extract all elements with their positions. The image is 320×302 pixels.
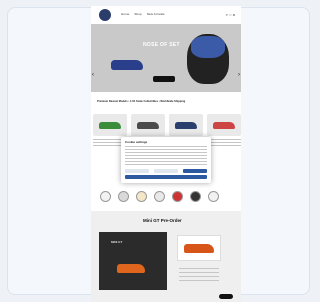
- product-image: [175, 122, 197, 129]
- nav-link[interactable]: Home: [121, 12, 129, 16]
- side-product-card[interactable]: [177, 235, 221, 261]
- brand-badge[interactable]: [136, 191, 147, 202]
- cookie-accept-all-button[interactable]: [125, 175, 207, 179]
- hero-banner: NOSE OF SET ‹ ›: [91, 24, 241, 92]
- user-icon[interactable]: ○: [229, 12, 231, 17]
- chevron-left-icon[interactable]: ‹: [92, 72, 94, 78]
- top-nav: Home Shop New Arrivals ⌕ ○ ◻: [91, 6, 241, 24]
- brand-badge[interactable]: [172, 191, 183, 202]
- hero-car-image: [111, 60, 143, 70]
- section-title: Mini GT Pre-Order: [143, 218, 182, 223]
- cart-icon[interactable]: ◻: [233, 12, 235, 17]
- brand-badge[interactable]: [154, 191, 165, 202]
- nav-links: Home Shop New Arrivals: [121, 12, 169, 16]
- brand-badge[interactable]: [118, 191, 129, 202]
- product-card[interactable]: [169, 114, 203, 136]
- side-product-text: [179, 268, 219, 284]
- tagline-text: Premium Diecast Models • 1:64 Scale Coll…: [97, 100, 186, 103]
- cookie-reject-button[interactable]: [154, 169, 178, 173]
- product-card[interactable]: [207, 114, 241, 136]
- cookie-dialog-title: Cookie settings: [125, 140, 148, 144]
- chevron-right-icon[interactable]: ›: [238, 72, 240, 78]
- cookie-settings-button[interactable]: [125, 169, 149, 173]
- nav-link[interactable]: New Arrivals: [147, 12, 165, 16]
- product-caption: [207, 139, 241, 147]
- product-image: [184, 244, 214, 253]
- product-card[interactable]: [93, 114, 127, 136]
- chat-widget-button[interactable]: [219, 294, 233, 299]
- brand-badge[interactable]: [208, 191, 219, 202]
- hero-cta-button[interactable]: [153, 76, 175, 82]
- featured-brand-label: MINI GT: [111, 240, 123, 244]
- cookie-dialog-text: [125, 146, 207, 166]
- brand-logo[interactable]: [99, 9, 111, 21]
- website-screenshot: Home Shop New Arrivals ⌕ ○ ◻ NOSE OF SET…: [91, 6, 241, 302]
- brand-badge[interactable]: [190, 191, 201, 202]
- hero-title: NOSE OF SET: [143, 42, 180, 48]
- featured-product-image[interactable]: MINI GT: [99, 232, 167, 290]
- nav-link[interactable]: Shop: [134, 12, 141, 16]
- cookie-accept-button[interactable]: [183, 169, 207, 173]
- product-card[interactable]: [131, 114, 165, 136]
- product-image: [137, 122, 159, 129]
- product-image: [99, 122, 121, 129]
- product-image: [213, 122, 235, 129]
- featured-car: [117, 264, 145, 273]
- brand-badge[interactable]: [100, 191, 111, 202]
- hero-figure-helmet: [191, 36, 225, 58]
- search-icon[interactable]: ⌕: [226, 12, 228, 17]
- cookie-consent-dialog: Cookie settings: [121, 137, 211, 183]
- nav-icons: ⌕ ○ ◻: [226, 12, 235, 17]
